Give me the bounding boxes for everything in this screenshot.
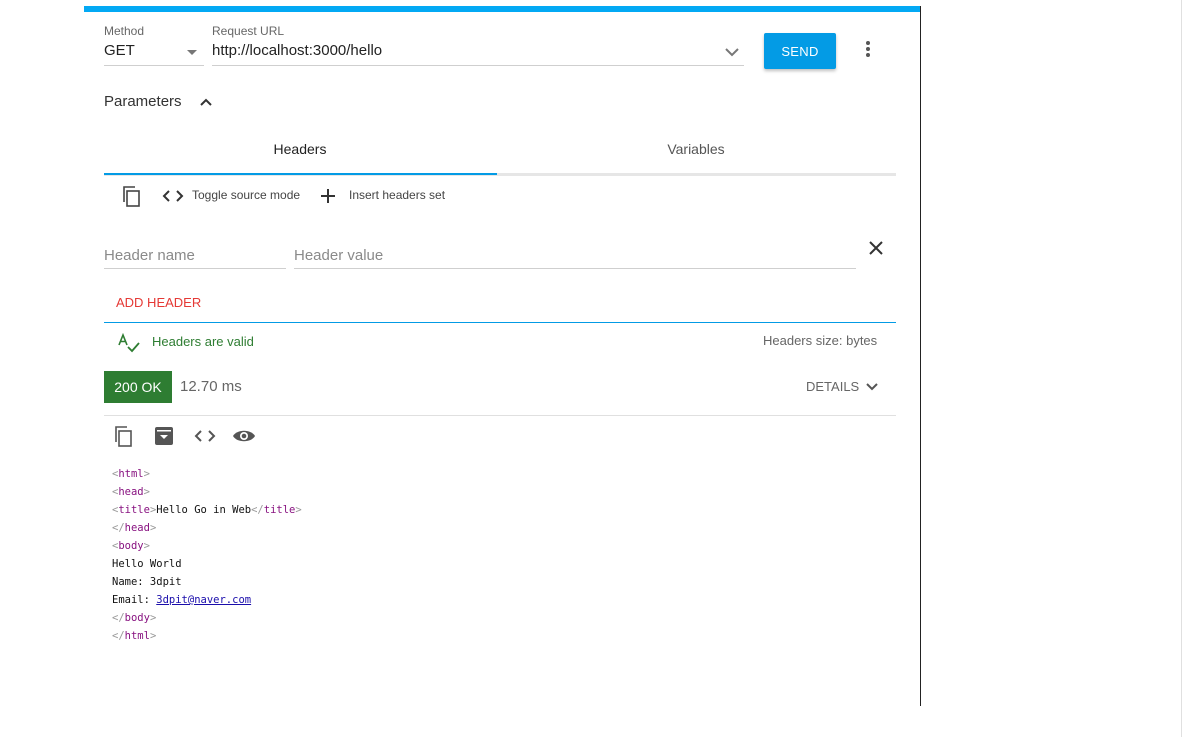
eye-icon[interactable]: [232, 427, 256, 445]
method-label: Method: [104, 24, 145, 38]
code-icon[interactable]: [194, 428, 216, 444]
title-text: Hello Go in Web: [156, 504, 252, 516]
add-header-button[interactable]: ADD HEADER: [116, 295, 201, 310]
method-dropdown-icon: [187, 50, 197, 55]
url-history-chevron-down-icon[interactable]: [724, 44, 740, 60]
spellcheck-icon: [118, 333, 140, 353]
header-name-input[interactable]: Header name: [104, 247, 195, 264]
url-label: Request URL: [212, 24, 285, 38]
archive-icon[interactable]: [154, 426, 174, 446]
code-line: <body>: [112, 540, 150, 552]
toggle-source-mode-button[interactable]: Toggle source mode: [192, 188, 300, 202]
parameters-toggle[interactable]: Parameters: [104, 93, 182, 110]
email-link[interactable]: 3dpit@naver.com: [156, 594, 251, 606]
headers-divider: [104, 322, 896, 323]
chevron-down-icon[interactable]: [865, 381, 879, 393]
header-value-underline: [294, 268, 856, 269]
url-value: http://localhost:3000/hello: [212, 42, 383, 59]
code-line: <title>Hello Go in Web</title>: [112, 504, 302, 516]
url-input[interactable]: http://localhost:3000/hello: [212, 42, 744, 66]
copy-icon[interactable]: [113, 425, 135, 447]
headers-size-text: Headers size: bytes: [763, 333, 878, 348]
code-line: </html>: [112, 630, 157, 642]
header-name-underline: [104, 268, 286, 269]
code-icon[interactable]: [162, 188, 184, 204]
method-value: GET: [104, 42, 135, 59]
code-line: </body>: [112, 612, 157, 624]
close-icon[interactable]: [868, 240, 884, 256]
code-line: Email: 3dpit@naver.com: [112, 591, 302, 609]
send-button[interactable]: SEND: [764, 33, 836, 69]
top-accent-bar: [84, 6, 920, 12]
copy-icon[interactable]: [121, 185, 143, 207]
response-time: 12.70 ms: [180, 378, 242, 395]
panel-divider: [920, 6, 921, 706]
plus-icon[interactable]: [320, 188, 336, 204]
method-select[interactable]: GET: [104, 42, 204, 66]
response-body: <html> <head> <title>Hello Go in Web</ti…: [112, 465, 302, 645]
tab-variables[interactable]: Variables: [500, 141, 892, 157]
code-line: <html>: [112, 468, 150, 480]
code-line: Name: 3dpit: [112, 576, 182, 588]
headers-valid-text: Headers are valid: [152, 334, 254, 349]
tab-headers[interactable]: Headers: [104, 141, 496, 157]
chevron-up-icon[interactable]: [198, 95, 214, 109]
more-vert-icon[interactable]: [866, 41, 870, 59]
code-line: Hello World: [112, 558, 182, 570]
response-divider: [104, 415, 896, 416]
header-value-input[interactable]: Header value: [294, 247, 383, 264]
email-prefix: Email:: [112, 594, 157, 606]
details-label: DETAILS: [806, 379, 860, 394]
code-line: </head>: [112, 522, 157, 534]
details-button[interactable]: DETAILS: [806, 379, 859, 394]
status-badge: 200 OK: [104, 371, 172, 403]
insert-headers-set-button[interactable]: Insert headers set: [349, 188, 445, 202]
tab-active-indicator: [104, 173, 497, 175]
parameters-title: Parameters: [104, 93, 182, 110]
code-line: <head>: [112, 486, 150, 498]
